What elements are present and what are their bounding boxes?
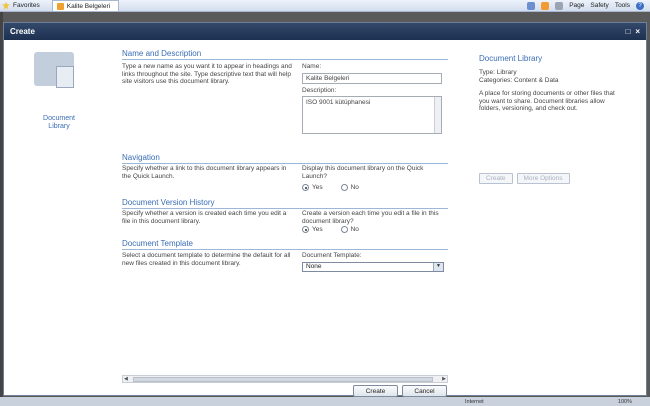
versioning-yes-radio[interactable]: Yes	[302, 226, 323, 234]
tools-menu[interactable]: Tools	[615, 2, 630, 9]
close-icon[interactable]: ×	[635, 27, 640, 36]
more-options-button[interactable]: More Options	[516, 173, 570, 184]
restore-icon[interactable]: □	[625, 27, 630, 36]
horizontal-scrollbar[interactable]: ◀ ▶	[122, 375, 448, 383]
radio-empty-icon	[340, 226, 348, 234]
quick-launch-yes-radio[interactable]: Yes	[302, 184, 323, 192]
version-controls: Create a version each time you edit a fi…	[302, 210, 448, 234]
browser-toolbar: Favorites Kalite Belgeleri Page Safety T…	[0, 0, 650, 12]
rss-icon[interactable]	[541, 1, 550, 10]
section-title: Document Template	[122, 239, 448, 250]
description-label: Description:	[302, 86, 337, 94]
zoom-level[interactable]: 100%	[618, 399, 650, 405]
quick-launch-question: Display this document library on the Qui…	[302, 165, 424, 180]
name-controls: Name: Kalite Belgeleri Description: ISO …	[302, 63, 448, 134]
radio-selected-icon	[302, 184, 309, 192]
print-icon[interactable]	[555, 1, 564, 10]
dialog-titlebar: Create □ ×	[4, 23, 646, 40]
section-description: Type a new name as you want it to appear…	[122, 63, 292, 85]
radio-empty-icon	[340, 184, 348, 192]
favorites-button[interactable]: Favorites	[0, 1, 46, 10]
dialog-title: Create	[10, 27, 35, 36]
chevron-down-icon: ▼	[433, 262, 443, 271]
name-input[interactable]: Kalite Belgeleri	[302, 72, 442, 84]
info-panel: Document Library Type: Library Categorie…	[479, 54, 629, 113]
create-button[interactable]: Create	[353, 385, 398, 397]
form-area: Document Library Name and Description Ty…	[4, 40, 646, 397]
scroll-left-icon[interactable]: ◀	[124, 376, 128, 382]
favorites-label: Favorites	[13, 2, 40, 9]
document-library-label: Document Library	[43, 115, 75, 130]
help-icon[interactable]: ?	[636, 1, 644, 10]
info-type: Type: Library	[479, 69, 517, 76]
section-description: Specify whether a link to this document …	[122, 165, 287, 180]
dialog-footer: Create Cancel	[353, 385, 447, 397]
cancel-button[interactable]: Cancel	[402, 385, 447, 397]
section-title: Name and Description	[122, 49, 448, 60]
safety-menu[interactable]: Safety	[590, 2, 608, 9]
versioning-no-radio[interactable]: No	[340, 226, 359, 234]
info-title: Document Library	[479, 54, 543, 63]
radio-selected-icon	[302, 226, 309, 234]
template-controls: Document Template: None ▼	[302, 252, 448, 272]
scroll-thumb[interactable]	[133, 377, 433, 382]
radio-label: Yes	[312, 226, 323, 233]
description-value: ISO 9001 kütüphanesi	[306, 99, 371, 106]
document-template-section: Document Template Select a document temp…	[122, 239, 448, 289]
name-description-section: Name and Description Type a new name as …	[122, 49, 448, 149]
section-title: Navigation	[122, 153, 448, 164]
description-textarea[interactable]: ISO 9001 kütüphanesi	[302, 96, 442, 134]
radio-label: No	[350, 184, 359, 191]
navigation-controls: Display this document library on the Qui…	[302, 165, 448, 192]
textarea-scrollbar[interactable]	[434, 97, 441, 133]
info-description: A place for storing documents or other f…	[479, 90, 615, 112]
radio-label: No	[350, 226, 359, 233]
section-description: Select a document template to determine …	[122, 252, 291, 267]
browser-tab[interactable]: Kalite Belgeleri	[51, 0, 120, 11]
tab-title: Kalite Belgeleri	[66, 2, 111, 10]
template-label: Document Template:	[302, 252, 362, 259]
section-title: Document Version History	[122, 198, 448, 209]
section-description: Specify whether a version is created eac…	[122, 210, 287, 225]
name-label: Name:	[302, 63, 322, 70]
info-categories: Categories: Content & Data	[479, 76, 559, 84]
radio-label: Yes	[312, 184, 323, 191]
document-library-icon	[34, 48, 80, 88]
panel-create-button[interactable]: Create	[479, 173, 513, 184]
version-history-section: Document Version History Specify whether…	[122, 198, 448, 242]
info-buttons: Create More Options	[479, 173, 570, 184]
star-icon	[2, 1, 10, 10]
home-icon[interactable]	[527, 1, 536, 10]
document-icon	[56, 66, 74, 88]
versioning-question: Create a version each time you edit a fi…	[302, 210, 439, 225]
zone-label: Internet	[465, 398, 484, 405]
template-select[interactable]: None ▼	[302, 261, 444, 272]
browser-statusbar: Internet 100%	[0, 397, 650, 406]
dialog-body: Document Library Name and Description Ty…	[4, 40, 646, 397]
page-menu[interactable]: Page	[569, 2, 584, 9]
create-dialog: Create □ × Document Library Name and Des…	[3, 22, 647, 397]
page-icon	[56, 2, 64, 10]
navigation-section: Navigation Specify whether a link to thi…	[122, 153, 448, 197]
scroll-right-icon[interactable]: ▶	[442, 376, 446, 382]
quick-launch-no-radio[interactable]: No	[340, 184, 359, 192]
template-value: None	[306, 262, 322, 270]
